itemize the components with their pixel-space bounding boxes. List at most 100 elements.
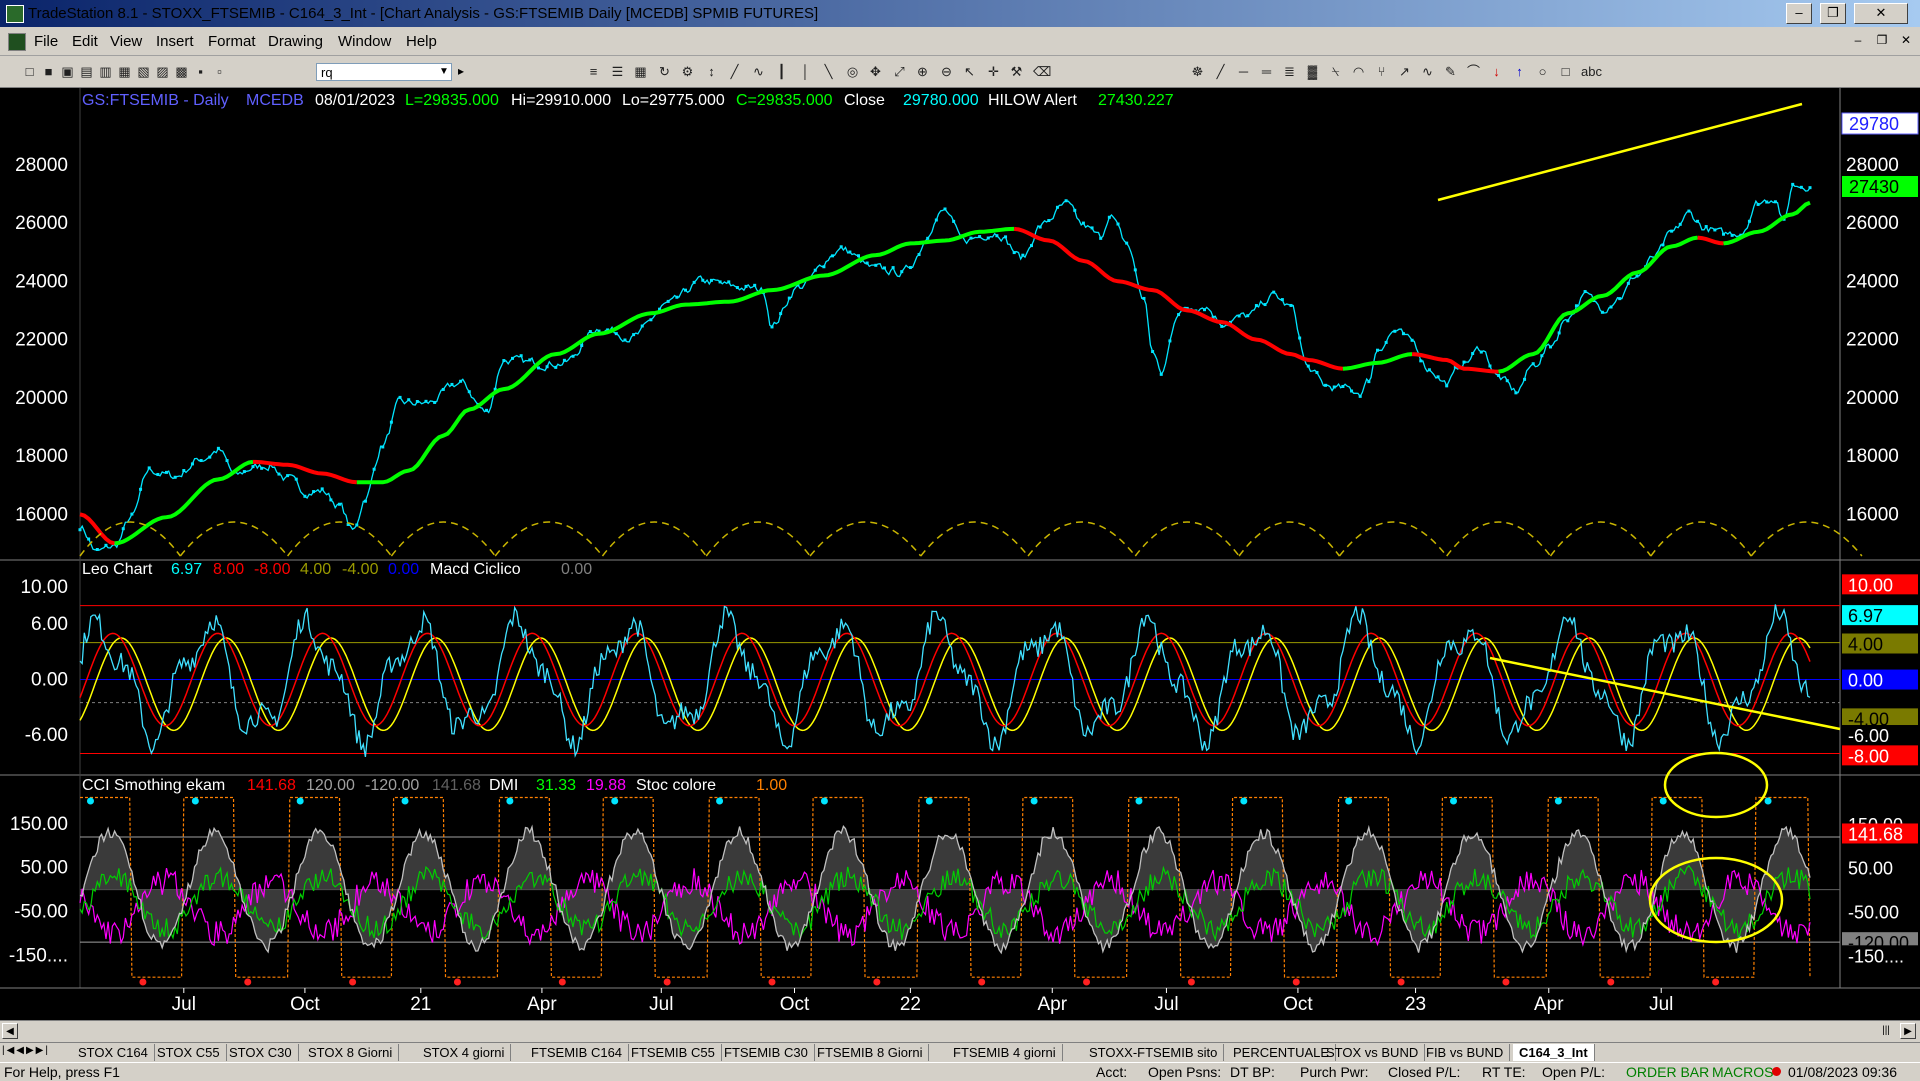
close-value-label: 29780.000 xyxy=(903,92,979,109)
price-bar-dot xyxy=(1574,304,1578,308)
trendline-icon[interactable]: ╱ xyxy=(727,64,742,79)
tab-ftsemib-c55[interactable]: FTSEMIB C55 xyxy=(625,1044,722,1061)
move-icon[interactable]: ✥ xyxy=(868,64,883,79)
chevron-down-icon[interactable]: ▼ xyxy=(437,64,451,80)
tab-stox-c164[interactable]: STOX C164 xyxy=(72,1044,155,1061)
x-axis-label: Oct xyxy=(290,994,320,1015)
close-button[interactable]: ✕ xyxy=(1854,3,1908,24)
price-bar-dot xyxy=(1479,350,1483,354)
scroll-left-icon[interactable]: ◀ xyxy=(2,1023,18,1039)
bar-icon[interactable]: ┃ xyxy=(774,64,789,79)
price-bar-dot xyxy=(95,548,99,552)
document-icon[interactable] xyxy=(8,33,26,51)
zoom-out-icon[interactable]: ⊖ xyxy=(939,64,954,79)
price-bar-dot xyxy=(1280,298,1284,302)
open-icon[interactable]: ■ xyxy=(41,64,56,79)
arrow-down-icon[interactable]: ↓ xyxy=(1489,64,1504,79)
gann-icon[interactable]: ▓ xyxy=(1305,64,1320,79)
rectangle-icon[interactable]: □ xyxy=(1558,64,1573,79)
tab-stox-4-giorni[interactable]: STOX 4 giorni xyxy=(417,1044,512,1061)
settings-icon[interactable]: ☸ xyxy=(1190,64,1205,79)
symbol-input[interactable]: rq xyxy=(316,63,452,81)
tab-ftsemib-c164[interactable]: FTSEMIB C164 xyxy=(525,1044,630,1061)
fan-icon[interactable]: ⍀ xyxy=(1328,64,1343,79)
menu-insert[interactable]: Insert xyxy=(156,33,194,50)
scale-icon[interactable]: ↕ xyxy=(704,64,719,79)
line-chart-icon[interactable]: ╲ xyxy=(821,64,836,79)
tab-ftsemib-8-giorni[interactable]: FTSEMIB 8 Giorni xyxy=(811,1044,930,1061)
tab-stox-8-giorni[interactable]: STOX 8 Giorni xyxy=(302,1044,400,1061)
text-icon[interactable]: abc xyxy=(1581,64,1602,79)
menu-help[interactable]: Help xyxy=(406,33,437,50)
tab-nav-icon[interactable]: |◀◀▶▶| xyxy=(2,1045,50,1056)
chart-canvas[interactable]: GS:FTSEMIB - Daily MCEDB 08/01/2023 L=29… xyxy=(0,88,1920,1020)
tab-stox-c30[interactable]: STOX C30 xyxy=(223,1044,299,1061)
horizontal-scrollbar[interactable]: ◀ ||| ▶ xyxy=(0,1020,1920,1043)
menu-view[interactable]: View xyxy=(110,33,142,50)
price-bar-dot xyxy=(1142,296,1146,300)
ellipse-icon[interactable]: ○ xyxy=(1535,64,1550,79)
link-icon[interactable]: ▪ xyxy=(193,64,208,79)
mdi-maximize-button[interactable]: ❐ xyxy=(1872,33,1892,51)
tab-stox-vs-bund[interactable]: STOX vs BUND xyxy=(1320,1044,1426,1061)
channel-icon[interactable]: ═ xyxy=(1259,64,1274,79)
price-bar-dot xyxy=(632,333,636,337)
menu-format[interactable]: Format xyxy=(208,33,256,50)
tab-ftsemib-4-giorni[interactable]: FTSEMIB 4 giorni xyxy=(947,1044,1063,1061)
draw-line-icon[interactable]: ╱ xyxy=(1213,64,1228,79)
eraser-icon[interactable]: ⌫ xyxy=(1033,64,1051,79)
resize-icon[interactable]: ⤢ xyxy=(892,64,907,79)
print-icon[interactable]: ▥ xyxy=(98,64,113,79)
table-icon[interactable]: ▦ xyxy=(633,64,648,79)
chart-area[interactable]: GS:FTSEMIB - Daily MCEDB 08/01/2023 L=29… xyxy=(0,88,1920,1020)
price-y-tick-left: 16000 xyxy=(15,504,68,525)
tab-c164-3-int[interactable]: C164_3_Int xyxy=(1513,1044,1595,1061)
grid-icon[interactable]: ▨ xyxy=(155,64,170,79)
macros-label[interactable]: MACROS xyxy=(1712,1064,1773,1080)
crosshair-icon[interactable]: ✛ xyxy=(986,64,1001,79)
menu-file[interactable]: File xyxy=(34,33,58,50)
candle-icon[interactable]: │ xyxy=(798,64,813,79)
cycle-icon[interactable]: ∿ xyxy=(1420,64,1435,79)
pointer-icon[interactable]: ↖ xyxy=(962,64,977,79)
tab-fib-vs-bund[interactable]: FIB vs BUND xyxy=(1420,1044,1511,1061)
chart-icon[interactable]: ▧ xyxy=(136,64,151,79)
globe-icon[interactable]: ▫ xyxy=(212,64,227,79)
pen-icon[interactable]: ✎ xyxy=(1443,64,1458,79)
order-bar-label[interactable]: ORDER BAR xyxy=(1626,1064,1709,1080)
style-icon[interactable]: ◎ xyxy=(845,64,860,79)
pitchfork-icon[interactable]: ⑂ xyxy=(1374,64,1389,79)
mdi-minimize-button[interactable]: – xyxy=(1848,33,1868,51)
tab-stox-c55[interactable]: STOX C55 xyxy=(151,1044,227,1061)
save-icon[interactable]: ▣ xyxy=(60,64,75,79)
zoom-in-icon[interactable]: ⊕ xyxy=(915,64,930,79)
arrow-up-icon[interactable]: ↑ xyxy=(1512,64,1527,79)
layout-icon[interactable]: ≡ xyxy=(586,64,601,79)
lock-icon[interactable]: ▩ xyxy=(174,64,189,79)
new-icon[interactable]: □ xyxy=(22,64,37,79)
scroll-thumb-icon[interactable]: ||| xyxy=(1878,1023,1894,1039)
print-preview-icon[interactable]: ▦ xyxy=(117,64,132,79)
tab-ftsemib-c30[interactable]: FTSEMIB C30 xyxy=(718,1044,815,1061)
scroll-right-icon[interactable]: ▶ xyxy=(1900,1023,1916,1039)
folder-icon[interactable]: ▤ xyxy=(79,64,94,79)
price-bar-dot xyxy=(554,365,558,369)
refresh-icon[interactable]: ↻ xyxy=(657,64,672,79)
horizontal-line-icon[interactable]: ─ xyxy=(1236,64,1251,79)
menu-drawing[interactable]: Drawing xyxy=(268,33,323,50)
layout2-icon[interactable]: ☰ xyxy=(610,64,625,79)
menu-window[interactable]: Window xyxy=(338,33,391,50)
indicator-icon[interactable]: ∿ xyxy=(751,64,766,79)
mdi-close-button[interactable]: ✕ xyxy=(1896,33,1916,51)
format-icon[interactable]: ⚙ xyxy=(680,64,695,79)
tools-icon[interactable]: ⚒ xyxy=(1009,64,1024,79)
fib-icon[interactable]: ≣ xyxy=(1282,64,1297,79)
menu-edit[interactable]: Edit xyxy=(72,33,98,50)
arc-icon[interactable]: ◠ xyxy=(1351,64,1366,79)
curve-icon[interactable]: ⌒ xyxy=(1466,64,1481,79)
arrow-icon[interactable]: ↗ xyxy=(1397,64,1412,79)
tab-stoxx-ftsemib-sito[interactable]: STOXX-FTSEMIB sito xyxy=(1083,1044,1225,1061)
maximize-button[interactable]: ❐ xyxy=(1820,3,1846,24)
minimize-button[interactable]: – xyxy=(1786,3,1812,24)
play-icon[interactable]: ▸ xyxy=(458,63,472,79)
